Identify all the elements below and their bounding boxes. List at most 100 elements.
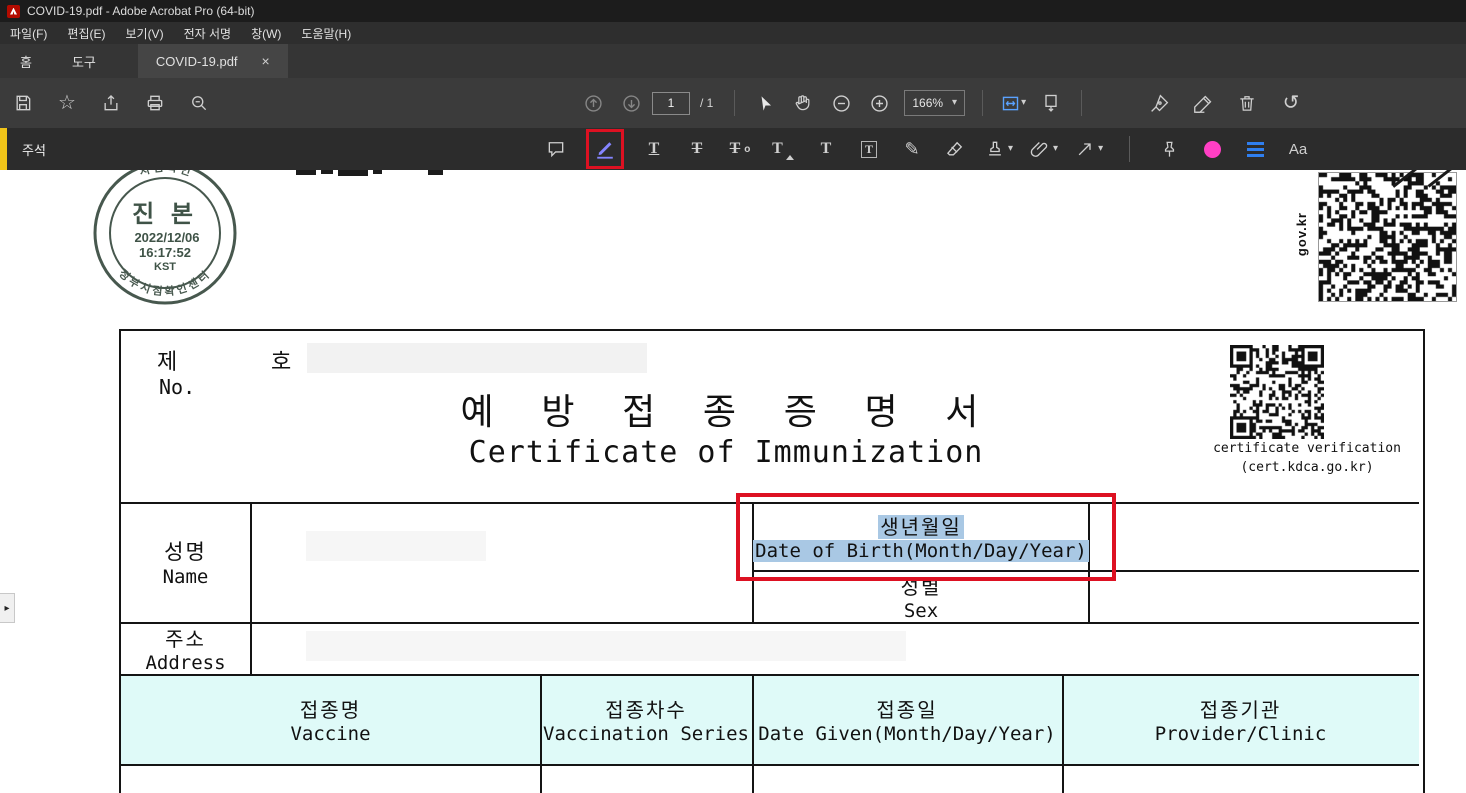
- color-swatch-icon: [1203, 140, 1221, 158]
- menu-help[interactable]: 도움말(H): [291, 25, 361, 42]
- draw-pencil-tool[interactable]: ✎: [899, 134, 925, 164]
- chevron-down-icon: ▾: [1008, 143, 1014, 154]
- sticky-note-tool[interactable]: [543, 134, 569, 164]
- name-label-cell: 성명 Name: [121, 502, 250, 622]
- replace-text-tool[interactable]: T o: [727, 134, 753, 164]
- stamp-timezone: KST: [154, 261, 176, 273]
- insert-T-icon: T: [772, 140, 783, 157]
- redacted-name-value: [306, 531, 486, 561]
- page-number-input[interactable]: 1: [652, 91, 690, 115]
- drawing-shapes-tool[interactable]: ▾: [1075, 134, 1103, 164]
- eraser-tool[interactable]: [942, 134, 968, 164]
- favorites-star-button[interactable]: ☆: [50, 86, 84, 120]
- acrobat-logo-icon: [7, 4, 20, 18]
- dob-annotation-redbox: [736, 493, 1116, 581]
- zoom-level-select[interactable]: 166% ▾: [904, 90, 966, 116]
- menu-edit[interactable]: 편집(E): [57, 25, 115, 42]
- zoom-in-button[interactable]: [862, 86, 896, 120]
- add-text-comment-tool[interactable]: T: [813, 134, 839, 164]
- underline-text-tool[interactable]: T: [641, 134, 667, 164]
- menu-window[interactable]: 창(W): [241, 25, 291, 42]
- zoom-level-value: 166%: [912, 96, 944, 110]
- underline-T-icon: T: [648, 140, 660, 157]
- strikethrough-text-tool[interactable]: T: [684, 134, 710, 164]
- previous-page-button[interactable]: [576, 86, 610, 120]
- zoom-out-button[interactable]: [824, 86, 858, 120]
- delete-button[interactable]: [1230, 86, 1264, 120]
- header-provider-ko: 접종기관: [1199, 697, 1282, 722]
- qr-caption-line1: certificate verification: [1213, 441, 1401, 456]
- chevron-down-icon: ▾: [1098, 143, 1104, 154]
- pdf-document-canvas[interactable]: 시 점 확 인 정부시점확인센터 진 본 2022/12/06 16:17:52…: [0, 170, 1466, 793]
- sidebar-expand-button[interactable]: ▸: [0, 593, 15, 623]
- clipped-text-fragment: [373, 170, 382, 174]
- stamp-date: 2022/12/06: [134, 230, 199, 245]
- replace-T-icon: T: [729, 140, 741, 157]
- annotation-color-picker[interactable]: [1199, 134, 1225, 164]
- select-tool-button[interactable]: [748, 86, 782, 120]
- sex-label-en: Sex: [903, 599, 939, 622]
- text-properties-Aa-icon: Aa: [1288, 140, 1308, 158]
- stamp-tool[interactable]: ▾: [985, 134, 1013, 164]
- tab-close-icon[interactable]: ×: [262, 53, 270, 69]
- window-title-bar: COVID-19.pdf - Adobe Acrobat Pro (64-bit…: [0, 0, 1466, 22]
- print-button[interactable]: [138, 86, 172, 120]
- govkr-label: gov.kr: [1294, 212, 1309, 257]
- menu-view[interactable]: 보기(V): [115, 25, 173, 42]
- header-vaccine-ko: 접종명: [299, 697, 362, 722]
- page-scrolling-button[interactable]: [1034, 86, 1068, 120]
- sign-pen-button[interactable]: [1142, 86, 1176, 120]
- hand-tool-button[interactable]: [786, 86, 820, 120]
- clipped-text-fragment: [321, 170, 333, 174]
- annotation-toolbar: 주석 T T T o T T T ✎ ▾ ▾ ▾ Aa: [0, 128, 1466, 170]
- header-vaccine-en: Vaccine: [290, 722, 371, 745]
- line-thickness-picker[interactable]: [1242, 134, 1268, 164]
- qr-caption: certificate verification (cert.kdca.go.k…: [1189, 439, 1425, 477]
- menu-file[interactable]: 파일(F): [0, 25, 57, 42]
- timestamp-verification-stamp: 시 점 확 인 정부시점확인센터 진 본 2022/12/06 16:17:52…: [93, 170, 237, 305]
- fit-width-button[interactable]: ▾: [996, 86, 1030, 120]
- next-page-button[interactable]: [614, 86, 648, 120]
- text-properties-button[interactable]: Aa: [1285, 134, 1311, 164]
- name-label-ko: 성명: [164, 540, 207, 564]
- header-series-en: Vaccination Series: [543, 722, 749, 745]
- keep-tool-selected-pin[interactable]: [1156, 134, 1182, 164]
- redacted-address-value: [306, 631, 906, 661]
- share-button[interactable]: [94, 86, 128, 120]
- clipped-text-fragment: [428, 170, 443, 175]
- tab-document[interactable]: COVID-19.pdf ×: [137, 44, 288, 78]
- tool-accent-strip: [0, 128, 7, 170]
- line-thickness-icon: [1246, 141, 1264, 157]
- tab-home[interactable]: 홈: [0, 44, 52, 78]
- zoom-out-tool-button[interactable]: [182, 86, 216, 120]
- annotation-toolbar-label: 주석: [22, 142, 46, 158]
- tab-bar: 홈 도구 COVID-19.pdf ×: [0, 44, 1466, 78]
- undo-rotate-button[interactable]: ↺: [1274, 86, 1308, 120]
- stamp-time: 16:17:52: [139, 245, 191, 260]
- tab-tools-label: 도구: [71, 54, 96, 70]
- toolbar-divider: [982, 90, 984, 116]
- page-total-label: / 1: [700, 96, 714, 110]
- header-dategiven-en: Date Given(Month/Day/Year): [758, 722, 1056, 745]
- govkr-barcode: [1318, 172, 1457, 302]
- tab-home-label: 홈: [20, 54, 32, 70]
- save-button[interactable]: [6, 86, 40, 120]
- cert-no-prefix: 제: [157, 350, 178, 375]
- attach-file-tool[interactable]: ▾: [1030, 134, 1058, 164]
- window-title: COVID-19.pdf - Adobe Acrobat Pro (64-bit…: [27, 4, 255, 18]
- tab-tools[interactable]: 도구: [52, 44, 116, 78]
- header-series-ko: 접종차수: [605, 697, 687, 722]
- chevron-down-icon: ▾: [1021, 97, 1027, 108]
- menu-esign[interactable]: 전자 서명: [174, 25, 242, 42]
- header-provider-en: Provider/Clinic: [1154, 722, 1327, 745]
- fill-sign-pen-button[interactable]: [1186, 86, 1220, 120]
- redacted-serial-number: [307, 343, 647, 373]
- address-label-cell: 주소 Address: [121, 622, 250, 674]
- toolbar-divider: [734, 90, 736, 116]
- highlight-text-tool[interactable]: [592, 134, 618, 164]
- header-provider-cell: 접종기관 Provider/Clinic: [1062, 674, 1419, 764]
- header-dategiven-ko: 접종일: [876, 697, 938, 722]
- cert-no-suffix: 호: [271, 350, 292, 375]
- text-box-tool[interactable]: T: [856, 134, 882, 164]
- insert-text-tool[interactable]: T: [770, 134, 796, 164]
